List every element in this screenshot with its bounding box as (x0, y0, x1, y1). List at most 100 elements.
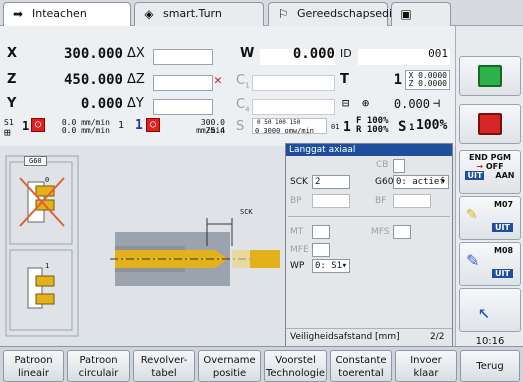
chuck-icon: ⊣ (433, 96, 441, 110)
patroon-circulair-button[interactable]: Patroon circulair (67, 350, 130, 382)
tab-smart-turn[interactable]: ◈ smart.Turn (134, 2, 264, 26)
bf-label: BF (375, 196, 387, 206)
invoer-klaar-button[interactable]: Invoer klaar (395, 350, 457, 382)
cycle-start-icon (478, 65, 502, 87)
feed-nominal: 0.0 mm/min (61, 126, 110, 135)
tool-offset-box: X 0.0000 Z 0.0000 (405, 70, 450, 90)
mfe-label: MFE (290, 245, 309, 255)
m08-button[interactable]: M08 ✎ UIT (459, 242, 521, 286)
sck-input[interactable]: 2 (312, 175, 350, 189)
position-display: X 300.000 ΔX W 0.000 ID 001 Z 450.000 ΔZ… (0, 26, 455, 146)
overname-positie-button[interactable]: Overname positie (198, 350, 261, 382)
mt-label: MT (290, 227, 304, 237)
s-gray-label: S (236, 119, 245, 134)
patroon-lineair-button[interactable]: Patroon lineair (3, 350, 64, 382)
delta-y-field (153, 99, 213, 115)
rapid-override: R 100% (356, 125, 389, 135)
coolant-spray-icon: ✎ (466, 207, 478, 223)
direction-button[interactable]: ↖ (459, 288, 521, 332)
revolver-tabel-button[interactable]: Revolver-tabel (133, 350, 195, 382)
page-indicator: 2/2 (430, 332, 445, 342)
axis-y-value: 0.000 (80, 96, 123, 112)
spindle-number: 1 (135, 118, 143, 133)
tool-t-value: 1 (393, 72, 402, 88)
bf-input[interactable] (393, 194, 431, 208)
c4-field (252, 99, 335, 115)
cycle-stop-button[interactable] (459, 104, 521, 144)
cb-label: CB (376, 160, 389, 170)
axis-x-label: X (7, 46, 18, 61)
g60-badge: G60 (24, 156, 47, 166)
tab-gereedschapseditor[interactable]: ⚐ Gereedschapseditor (268, 2, 408, 26)
spindle-speed-2: 25.4 (205, 126, 225, 135)
tab-inteachen[interactable]: ➡ Inteachen (3, 2, 131, 27)
tool-pos-0: 0 (45, 176, 50, 184)
wp-label: WP (290, 261, 305, 271)
end-pgm-button[interactable]: END PGM → OFF UIT AAN (459, 150, 521, 194)
axis-y-label: Y (7, 96, 17, 111)
c4-label: C4 (236, 97, 250, 114)
stop-icon: ○ (31, 118, 45, 132)
spindle-lock-icon: ⊞ (4, 126, 11, 139)
cycle-start-button[interactable] (459, 56, 521, 96)
delta-x-label: ΔX (127, 46, 145, 61)
wp-select[interactable]: 0: S1 ▾ (312, 259, 350, 273)
axis-w-label: W (240, 46, 255, 61)
c1-label: C1 (236, 73, 250, 90)
spindle-stop-icon: ○ (146, 118, 160, 132)
constante-toerental-button[interactable]: Constante toerental (330, 350, 392, 382)
axis-z-label: Z (7, 72, 17, 87)
dialog-title: Langgat axiaal (286, 144, 452, 156)
cb-checkbox[interactable] (393, 159, 405, 173)
g60-label: G60 (375, 177, 394, 187)
save-icon: ▣ (400, 7, 412, 21)
tab-save[interactable]: ▣ (391, 2, 451, 26)
feed-number: 1 (118, 120, 125, 131)
axis-w-value: 0.000 (292, 46, 335, 62)
g01-label: 01 (331, 123, 340, 131)
horizontal-softkey-bar: Patroon lineair Patroon circulair Revolver… (0, 346, 523, 382)
m07-button[interactable]: M07 ✎ UIT (459, 196, 521, 240)
mt-input[interactable] (312, 225, 330, 239)
delta-z-label: ΔZ (127, 72, 145, 87)
drill-graphic (5, 155, 280, 337)
vertical-softkey-bar: END PGM → OFF UIT AAN M07 ✎ UIT M08 ✎ UIT… (455, 26, 523, 347)
arrow-right-icon: → (476, 162, 484, 171)
sck-label: SCK (290, 177, 308, 187)
cycle-dialog: Langgat axiaal CB SCK 2 G60 0: actief ▾ B… (285, 143, 453, 347)
axis-z-value: 450.000 (63, 72, 123, 88)
load-meter: 0 50 100 150 0 3000 omw/min (252, 118, 327, 135)
chevron-down-icon: ▾ (341, 261, 347, 271)
voorstel-technologie-button[interactable]: Voorstel Technologie (264, 350, 327, 382)
axis-x-value: 300.000 (63, 46, 123, 62)
bp-label: BP (290, 196, 302, 206)
limit-switch-icon: ✕ (214, 73, 222, 88)
coolant-icon: ⊕ (362, 96, 370, 110)
coolant-nozzle-icon: ✎ (466, 251, 480, 270)
arrow-diagonal-icon: ↖ (478, 299, 491, 323)
tool-icon: ⚐ (277, 7, 289, 21)
delta-y-label: ΔY (127, 96, 144, 111)
c1-field (252, 75, 335, 91)
bp-input[interactable] (312, 194, 350, 208)
delta-z-field (153, 75, 213, 91)
coolant-value: 0.000 (393, 97, 430, 111)
mfe-input[interactable] (312, 243, 330, 257)
tool-pos-1: 1 (45, 262, 50, 270)
s1-number: 1 (22, 119, 30, 133)
clamp-icon: ⊟ (342, 96, 350, 110)
id-label: ID (340, 47, 352, 60)
spindle-override-label: S (398, 119, 407, 135)
g60-select[interactable]: 0: actief ▾ (393, 175, 449, 189)
status-text: Veiligheidsafstand [mm] (290, 332, 400, 342)
feed-override-number: 1 (343, 120, 351, 135)
sck-dimension-label: SCK (240, 208, 253, 216)
arrow-right-icon: ➡ (12, 7, 24, 21)
graphic-area: G60 0 1 SCK (0, 146, 285, 346)
terug-button[interactable]: Terug (460, 350, 520, 382)
divider (288, 216, 450, 217)
mfs-label: MFS (371, 227, 390, 237)
spindle-override-number: 1 (409, 123, 415, 133)
spindle-override: 100% (416, 118, 448, 133)
mfs-input[interactable] (393, 225, 411, 239)
